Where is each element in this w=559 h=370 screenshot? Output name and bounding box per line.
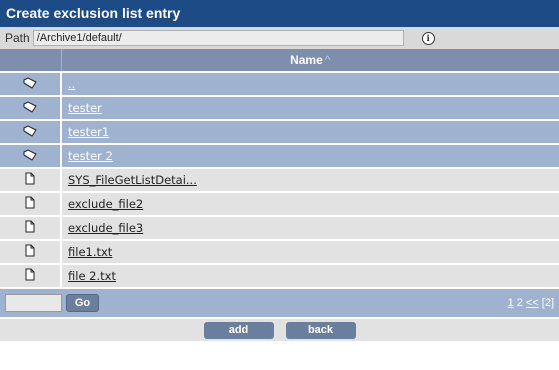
folder-link[interactable]: tester 2 <box>68 149 113 163</box>
path-label: Path <box>5 31 30 45</box>
file-icon <box>25 172 35 188</box>
file-link[interactable]: exclude_file3 <box>68 221 143 235</box>
row-icon-cell <box>0 143 62 168</box>
row-icon-cell <box>0 191 62 216</box>
window-title: Create exclusion list entry <box>0 0 559 27</box>
icon-column-header <box>0 49 62 72</box>
row-icon-cell <box>0 215 62 240</box>
go-button[interactable]: Go <box>66 294 99 312</box>
row-name-cell: .. <box>61 71 559 96</box>
page-1-link[interactable]: 1 <box>508 297 514 309</box>
folder-link[interactable]: tester1 <box>68 125 109 139</box>
name-column-label: Name <box>290 53 323 67</box>
back-button[interactable]: back <box>285 321 356 339</box>
path-field[interactable]: /Archive1/default/ <box>32 30 404 46</box>
folder-icon <box>23 77 37 92</box>
page-number-input[interactable] <box>5 294 62 312</box>
file-table: Name ^ .. tester tester1 tester 2 SYS_FileGet… <box>0 49 559 287</box>
prev-page-link[interactable]: << <box>526 297 539 309</box>
table-row: tester <box>0 95 559 120</box>
table-row: .. <box>0 71 559 96</box>
row-name-cell: file1.txt <box>61 239 559 264</box>
row-icon-cell <box>0 239 62 264</box>
row-icon-cell <box>0 95 62 120</box>
file-icon <box>25 196 35 212</box>
file-icon <box>25 220 35 236</box>
name-column-header[interactable]: Name ^ <box>61 49 559 72</box>
file-link[interactable]: file 2.txt <box>68 269 116 283</box>
file-icon <box>25 244 35 260</box>
file-icon <box>25 268 35 284</box>
file-link[interactable]: file1.txt <box>68 245 112 259</box>
row-icon-cell <box>0 71 62 96</box>
pager: 1 2 << [2] <box>508 297 554 309</box>
table-row: file1.txt <box>0 239 559 264</box>
folder-icon <box>23 125 37 140</box>
folder-icon <box>23 149 37 164</box>
folder-link[interactable]: .. <box>68 77 75 91</box>
info-icon[interactable]: i <box>421 31 435 45</box>
row-name-cell: tester1 <box>61 119 559 144</box>
pagination-bar: Go 1 2 << [2] <box>0 287 559 317</box>
path-row: Path /Archive1/default/ i <box>0 27 559 49</box>
row-name-cell: file 2.txt <box>61 263 559 287</box>
row-name-cell: exclude_file2 <box>61 191 559 216</box>
exclusion-panel: Create exclusion list entry Path /Archiv… <box>0 0 559 341</box>
table-row: SYS_FileGetListDetai... <box>0 167 559 192</box>
table-row: tester 2 <box>0 143 559 168</box>
table-row: exclude_file3 <box>0 215 559 240</box>
row-name-cell: tester 2 <box>61 143 559 168</box>
table-row: file 2.txt <box>0 263 559 287</box>
folder-icon <box>23 101 37 116</box>
sort-arrow-icon: ^ <box>324 53 331 67</box>
file-link[interactable]: SYS_FileGetListDetai... <box>68 173 197 187</box>
row-name-cell: exclude_file3 <box>61 215 559 240</box>
table-header-row: Name ^ <box>0 49 559 72</box>
action-bar: add back <box>0 317 559 341</box>
row-name-cell: tester <box>61 95 559 120</box>
row-icon-cell <box>0 263 62 287</box>
folder-link[interactable]: tester <box>68 101 102 115</box>
row-icon-cell <box>0 167 62 192</box>
table-row: exclude_file2 <box>0 191 559 216</box>
file-link[interactable]: exclude_file2 <box>68 197 143 211</box>
row-icon-cell <box>0 119 62 144</box>
page-2-current: 2 <box>516 297 523 309</box>
table-row: tester1 <box>0 119 559 144</box>
row-name-cell: SYS_FileGetListDetai... <box>61 167 559 192</box>
page-total: [2] <box>541 297 554 309</box>
add-button[interactable]: add <box>203 321 274 339</box>
